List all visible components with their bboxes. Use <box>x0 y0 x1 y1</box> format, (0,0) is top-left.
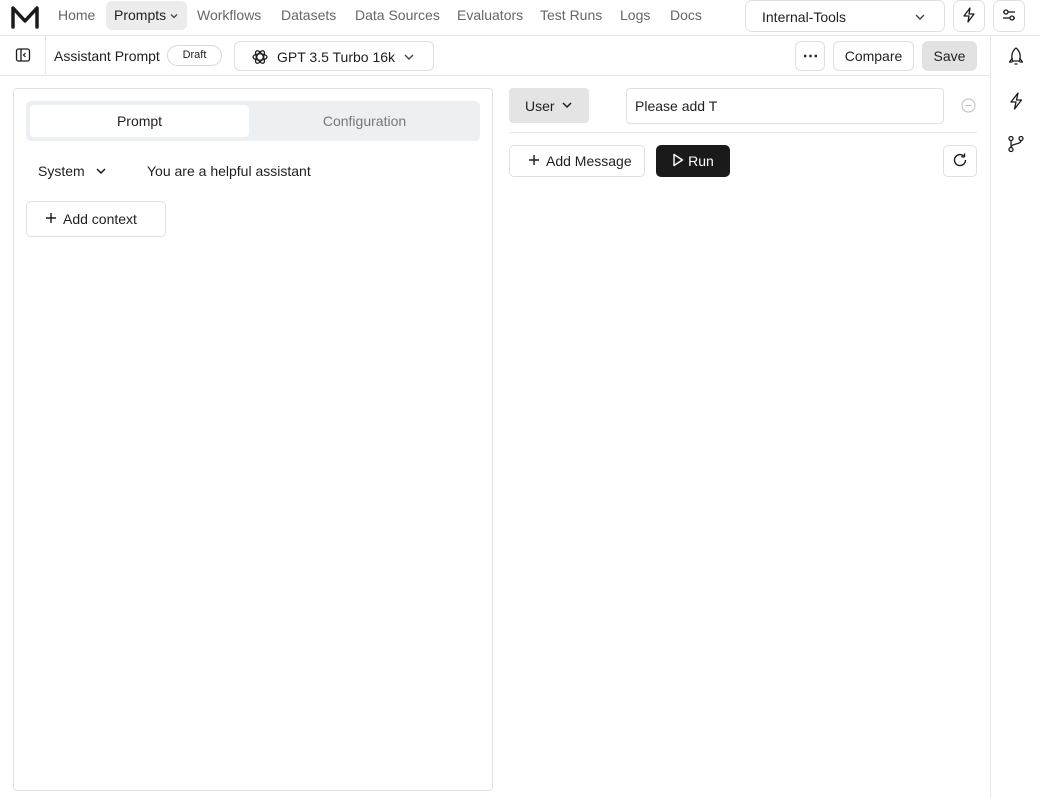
nav-evaluators[interactable]: Evaluators <box>449 1 531 30</box>
refresh-button[interactable] <box>943 145 977 177</box>
nav-docs[interactable]: Docs <box>662 1 710 30</box>
save-button[interactable]: Save <box>922 41 977 71</box>
model-name: GPT 3.5 Turbo 16k <box>277 49 396 65</box>
nav-prompts[interactable]: Prompts <box>106 1 188 31</box>
add-message-button[interactable]: Add Message <box>509 145 645 177</box>
add-context-label: Add context <box>63 211 137 227</box>
workspace-select[interactable]: Internal-Tools <box>745 0 945 32</box>
user-role-select[interactable]: User <box>509 88 589 123</box>
nav-evaluators-label: Evaluators <box>457 7 524 23</box>
nav-docs-label: Docs <box>670 7 702 23</box>
tab-prompt[interactable]: Prompt <box>30 105 249 137</box>
more-icon: ⋯ <box>802 48 819 65</box>
nav-home[interactable]: Home <box>50 1 103 30</box>
divider <box>509 132 977 133</box>
compare-button[interactable]: Compare <box>833 41 914 71</box>
lightning-icon[interactable] <box>1005 90 1027 112</box>
system-role-select[interactable]: System <box>38 163 107 180</box>
nav-data-sources-label: Data Sources <box>355 7 440 23</box>
rocket-icon[interactable] <box>1005 46 1027 68</box>
refresh-icon <box>952 152 968 171</box>
run-button[interactable]: Run <box>656 145 730 177</box>
editor-tabs: Prompt Configuration <box>26 101 480 141</box>
chevron-down-icon <box>95 164 107 180</box>
app-logo[interactable] <box>10 4 40 30</box>
chevron-down-icon <box>914 10 926 26</box>
run-label: Run <box>688 153 714 169</box>
status-badge: Draft <box>167 45 222 66</box>
sidebar-toggle-icon <box>15 47 31 66</box>
quick-actions-button[interactable] <box>953 0 985 32</box>
add-message-label: Add Message <box>546 153 632 169</box>
user-role-label: User <box>525 97 555 114</box>
compare-label: Compare <box>844 48 903 64</box>
chevron-down-icon <box>403 50 415 66</box>
plus-icon <box>528 153 540 169</box>
nav-workflows-label: Workflows <box>197 7 262 23</box>
lightning-icon <box>961 6 977 26</box>
nav-logs[interactable]: Logs <box>612 1 658 30</box>
prompt-toolbar: Assistant Prompt Draft GPT 3.5 Turbo 16k… <box>0 36 990 76</box>
top-navigation: Home Prompts Workflows Datasets Data Sou… <box>0 0 1040 36</box>
tab-prompt-label: Prompt <box>116 113 163 129</box>
save-label: Save <box>933 48 966 64</box>
prompt-editor-panel: Prompt Configuration System You are a he… <box>13 88 493 791</box>
plus-icon <box>45 211 57 227</box>
user-message-input[interactable] <box>626 88 944 124</box>
system-role-label: System <box>38 163 85 179</box>
prompt-title: Assistant Prompt <box>54 48 160 64</box>
add-context-button[interactable]: Add context <box>26 201 166 237</box>
remove-message-icon[interactable] <box>961 98 976 113</box>
nav-prompts-label: Prompts <box>114 7 167 23</box>
more-options-button[interactable]: ⋯ <box>795 41 825 71</box>
settings-button[interactable] <box>993 0 1025 32</box>
right-rail <box>990 36 1040 798</box>
tab-configuration-label: Configuration <box>322 113 407 129</box>
nav-test-runs-label: Test Runs <box>540 7 603 23</box>
sliders-icon <box>1001 7 1017 26</box>
nav-test-runs[interactable]: Test Runs <box>532 1 610 30</box>
nav-datasets-label: Datasets <box>281 7 337 23</box>
chevron-down-icon <box>561 98 573 114</box>
play-icon <box>672 153 684 170</box>
nav-home-label: Home <box>58 7 96 23</box>
openai-icon <box>251 48 269 69</box>
workspace-name: Internal-Tools <box>762 9 847 25</box>
nav-logs-label: Logs <box>620 7 651 23</box>
nav-workflows[interactable]: Workflows <box>189 1 269 30</box>
sidebar-toggle-button[interactable] <box>0 36 46 76</box>
model-select[interactable]: GPT 3.5 Turbo 16k <box>234 41 434 71</box>
git-branch-icon[interactable] <box>1005 133 1027 155</box>
system-message[interactable]: You are a helpful assistant <box>147 163 311 179</box>
tab-configuration[interactable]: Configuration <box>253 105 476 137</box>
chevron-down-icon <box>169 2 179 31</box>
nav-data-sources[interactable]: Data Sources <box>347 1 448 30</box>
nav-datasets[interactable]: Datasets <box>273 1 344 30</box>
